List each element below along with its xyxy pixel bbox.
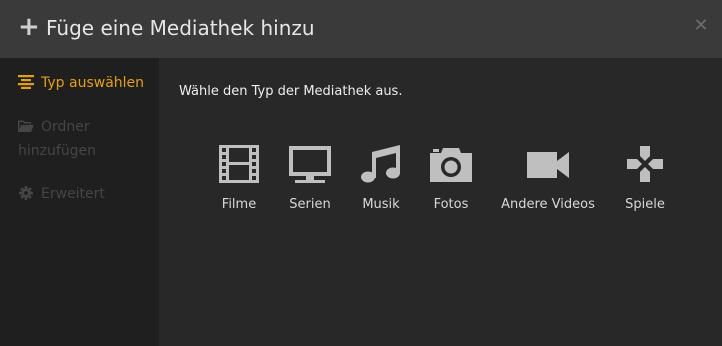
sidebar-item-add-folder[interactable]: Ordner hinzufügen: [18, 115, 153, 163]
music-icon: [361, 145, 400, 183]
type-label: Spiele: [625, 197, 665, 212]
folder-icon: [18, 120, 34, 132]
plus-icon: +: [18, 12, 40, 42]
camera-icon: [430, 148, 472, 182]
instruction-text: Wähle den Typ der Mediathek aus.: [179, 84, 403, 99]
sidebar-item-select-type[interactable]: Typ auswählen: [18, 71, 153, 95]
gear-icon: [19, 186, 33, 200]
sidebar: Typ auswählen Ordner hinzufügen Erweiter…: [0, 58, 159, 346]
video-camera-icon: [527, 152, 569, 178]
sidebar-item-advanced[interactable]: Erweitert: [18, 182, 153, 206]
tv-icon: [289, 146, 331, 183]
film-icon: [219, 145, 259, 183]
library-type-series[interactable]: Serien: [287, 144, 333, 214]
list-icon: [18, 75, 34, 89]
type-label: Musik: [362, 197, 400, 212]
dialog-title: Füge eine Mediathek hinzu: [46, 16, 315, 40]
add-library-dialog: + Füge eine Mediathek hinzu ✕ Typ auswäh…: [0, 0, 722, 346]
library-type-games[interactable]: Spiele: [621, 144, 669, 214]
library-type-photos[interactable]: Fotos: [429, 144, 473, 214]
main-content: Wähle den Typ der Mediathek aus. Filme S…: [159, 58, 722, 346]
library-type-movies[interactable]: Filme: [217, 144, 261, 214]
library-type-other-videos[interactable]: Andere Videos: [498, 144, 598, 214]
type-label: Fotos: [433, 197, 469, 212]
dialog-header: + Füge eine Mediathek hinzu ✕: [0, 0, 722, 58]
type-label: Andere Videos: [501, 197, 595, 212]
gamepad-icon: [627, 146, 663, 182]
sidebar-item-label: Typ auswählen: [41, 75, 145, 91]
sidebar-item-label: Erweitert: [41, 186, 105, 202]
close-icon[interactable]: ✕: [692, 15, 710, 37]
type-label: Filme: [221, 197, 257, 212]
type-label: Serien: [289, 197, 331, 212]
library-type-music[interactable]: Musik: [358, 144, 404, 214]
